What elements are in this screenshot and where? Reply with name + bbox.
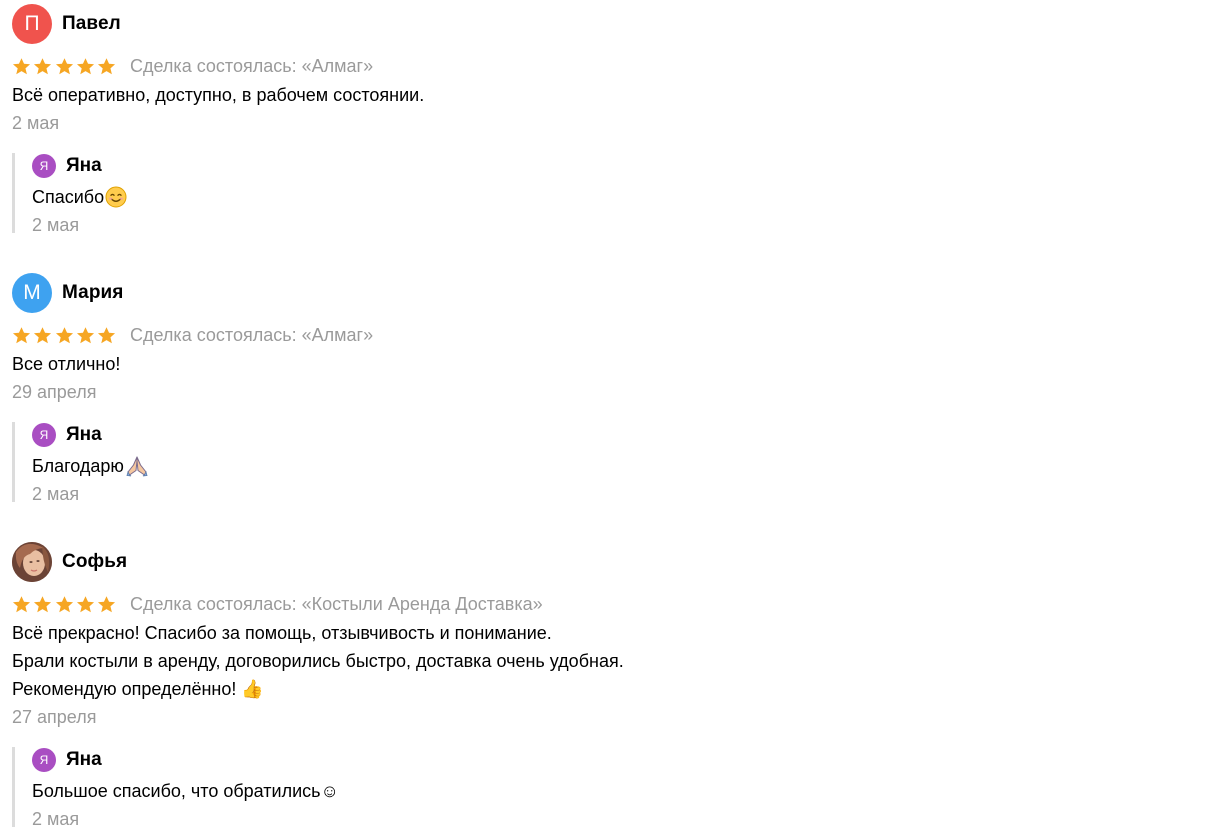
star-icon bbox=[55, 326, 73, 343]
star-icon bbox=[34, 595, 52, 612]
star-icon bbox=[76, 326, 94, 343]
reply-author: Я Яна bbox=[32, 153, 1202, 179]
reply-text-content: Большое спасибо, что обратились☺ bbox=[32, 781, 339, 801]
review-author: П Павел bbox=[12, 4, 1202, 44]
star-icon bbox=[34, 326, 52, 343]
review-author: Софья bbox=[12, 542, 1202, 582]
seller-reply: Я Яна Благодарю 2 мая bbox=[12, 422, 1202, 504]
reply-text: Спасибо bbox=[32, 183, 1202, 211]
rating-row: Сделка состоялась: «Костыли Аренда Доста… bbox=[12, 592, 1202, 616]
reply-author: Я Яна bbox=[32, 747, 1202, 773]
avatar[interactable] bbox=[12, 542, 52, 582]
star-icon bbox=[55, 57, 73, 74]
user-photo-icon bbox=[12, 542, 52, 582]
deal-label: Сделка состоялась: «Алмаг» bbox=[130, 324, 374, 345]
reply-author: Я Яна bbox=[32, 422, 1202, 448]
reply-date: 2 мая bbox=[32, 484, 80, 504]
review-card: Софья Сделка состоялась: «Костыли Аренда… bbox=[12, 542, 1202, 829]
reply-author-name: Яна bbox=[66, 424, 102, 445]
rating-row: Сделка состоялась: «Алмаг» bbox=[12, 323, 1202, 347]
star-rating bbox=[12, 595, 116, 614]
review-text: Всё оперативно, доступно, в рабочем сост… bbox=[12, 81, 1202, 109]
reply-date: 2 мая bbox=[32, 215, 80, 235]
reply-avatar: Я bbox=[32, 748, 56, 772]
seller-reply: Я Яна Спасибо 2 мая bbox=[12, 153, 1202, 235]
reply-text-content: Благодарю bbox=[32, 456, 124, 476]
smiling-face-icon bbox=[105, 186, 127, 208]
avatar-initial: П bbox=[24, 12, 40, 35]
star-rating bbox=[12, 326, 116, 345]
review-text-line: Всё оперативно, доступно, в рабочем сост… bbox=[12, 85, 425, 105]
star-icon bbox=[55, 595, 73, 612]
star-icon bbox=[76, 57, 94, 74]
author-name[interactable]: Мария bbox=[62, 282, 124, 304]
review-text: Все отлично! bbox=[12, 350, 1202, 378]
star-icon bbox=[12, 57, 31, 74]
review-card: М Мария Сделка состоялась: «Алмаг» Все о… bbox=[12, 273, 1202, 504]
deal-label: Сделка состоялась: «Алмаг» bbox=[130, 55, 374, 76]
star-rating bbox=[12, 57, 116, 76]
author-name[interactable]: Софья bbox=[62, 551, 127, 573]
star-icon bbox=[12, 595, 31, 612]
reply-avatar-initial: Я bbox=[39, 159, 49, 173]
avatar[interactable]: М bbox=[12, 273, 52, 313]
star-icon bbox=[97, 57, 116, 74]
reply-avatar: Я bbox=[32, 154, 56, 178]
review-text: Всё прекрасно! Спасибо за помощь, отзывч… bbox=[12, 619, 1202, 703]
reply-text: Большое спасибо, что обратились☺ bbox=[32, 777, 1202, 805]
reply-date: 2 мая bbox=[32, 809, 80, 829]
avatar[interactable]: П bbox=[12, 4, 52, 44]
folded-hands-icon bbox=[126, 456, 148, 477]
reply-text-content: Спасибо bbox=[32, 187, 105, 207]
star-icon bbox=[12, 326, 31, 343]
review-text-line: Все отлично! bbox=[12, 354, 121, 374]
review-date: 29 апреля bbox=[12, 382, 97, 402]
review-text-line: Всё прекрасно! Спасибо за помощь, отзывч… bbox=[12, 623, 552, 643]
star-icon bbox=[34, 57, 52, 74]
deal-label: Сделка состоялась: «Костыли Аренда Доста… bbox=[130, 593, 543, 614]
author-name[interactable]: Павел bbox=[62, 13, 121, 35]
avatar-initial: М bbox=[23, 281, 41, 304]
review-author: М Мария bbox=[12, 273, 1202, 313]
rating-row: Сделка состоялась: «Алмаг» bbox=[12, 54, 1202, 78]
reply-author-name: Яна bbox=[66, 155, 102, 176]
seller-reply: Я Яна Большое спасибо, что обратились☺ 2… bbox=[12, 747, 1202, 829]
star-icon bbox=[97, 326, 116, 343]
review-card: П Павел Сделка состоялась: «Алмаг» Всё о… bbox=[12, 4, 1202, 235]
review-date: 27 апреля bbox=[12, 707, 97, 727]
reply-avatar: Я bbox=[32, 423, 56, 447]
star-icon bbox=[97, 595, 116, 612]
review-text-line: Брали костыли в аренду, договорились быс… bbox=[12, 651, 624, 671]
reply-text: Благодарю bbox=[32, 452, 1202, 480]
reply-author-name: Яна bbox=[66, 749, 102, 770]
reply-avatar-initial: Я bbox=[39, 428, 49, 442]
star-icon bbox=[76, 595, 94, 612]
review-text-line: Рекомендую определённо! 👍 bbox=[12, 679, 264, 699]
review-date: 2 мая bbox=[12, 113, 60, 133]
reply-avatar-initial: Я bbox=[39, 753, 49, 767]
